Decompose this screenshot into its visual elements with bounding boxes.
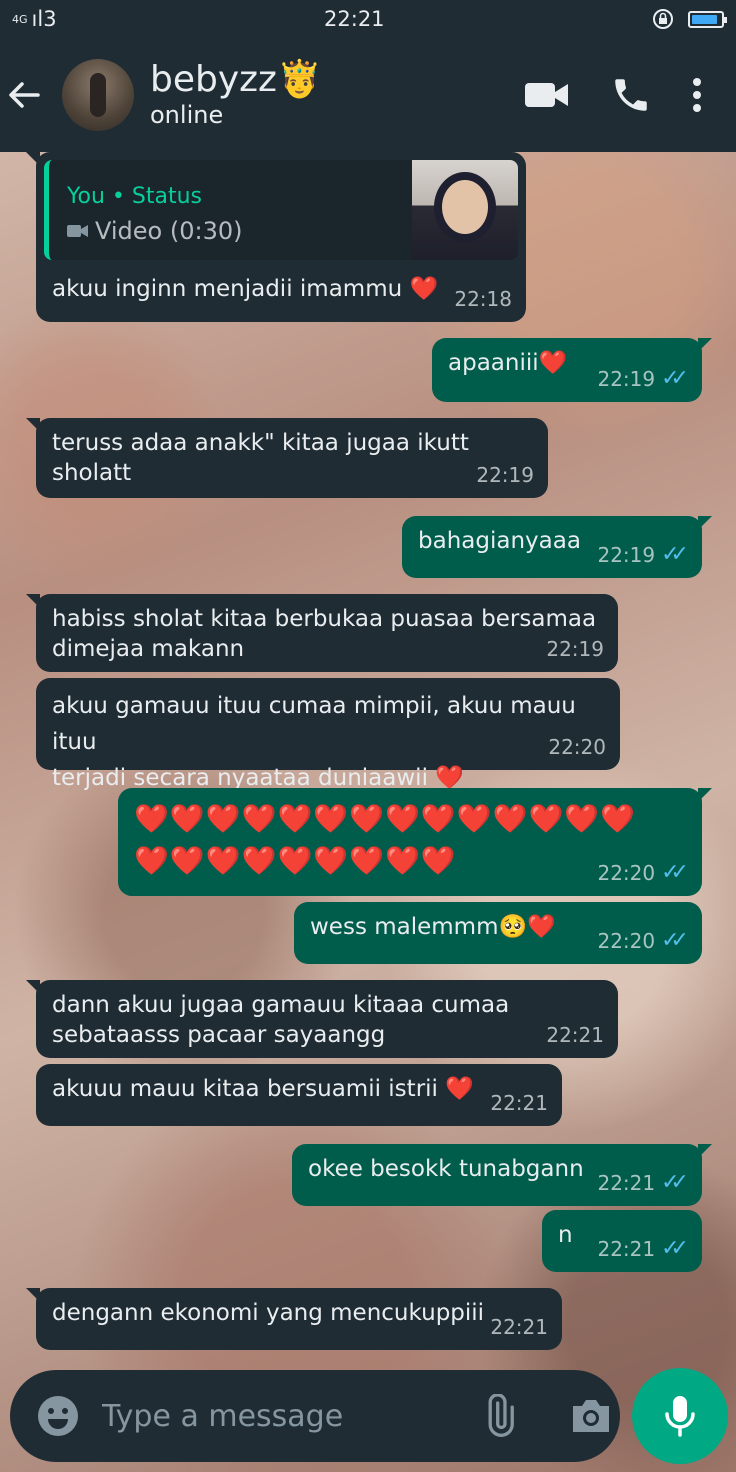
message-bubble-outgoing[interactable]: okee besokk tunabgann 22:21 ✓✓: [292, 1144, 712, 1206]
message-meta: 22:20: [548, 732, 606, 762]
message-text: akuu inginn menjadii imammu ❤️: [52, 276, 439, 302]
message-bubble-incoming[interactable]: akuuu mauu kitaa bersuamii istrii ❤️ 22:…: [36, 1064, 562, 1126]
contact-status: online: [150, 101, 224, 129]
message-bubble-outgoing[interactable]: apaaniii❤️ 22:19 ✓✓: [432, 338, 712, 402]
video-icon: [67, 224, 89, 238]
message-bubble-incoming[interactable]: dann akuu jugaa gamauu kitaaa cumaa seba…: [26, 980, 618, 1058]
message-meta: 22:21 ✓✓: [597, 1234, 688, 1264]
read-receipt-icon: ✓✓: [661, 928, 689, 953]
read-receipt-icon: ✓✓: [661, 1236, 689, 1261]
message-bubble-incoming[interactable]: You • Status Video (0:30) akuu inginn me…: [26, 152, 526, 322]
message-time: 22:19: [476, 463, 534, 487]
video-call-icon[interactable]: [524, 80, 570, 110]
message-text: dengann ekonomi yang mencukuppiii: [52, 1300, 485, 1326]
status-thumbnail: [412, 160, 518, 260]
battery-icon: [688, 10, 727, 28]
message-text: habiss sholat kitaa berbukaa puasaa bers…: [52, 606, 597, 662]
chat-header: bebyzz🤴 online: [0, 38, 736, 152]
read-receipt-icon: ✓✓: [661, 542, 689, 567]
quote-body-text: Video (0:30): [95, 217, 243, 245]
contact-name: bebyzz🤴: [150, 59, 322, 100]
avatar[interactable]: [62, 59, 134, 131]
read-receipt-icon: ✓✓: [661, 366, 689, 391]
message-bubble-incoming[interactable]: dengann ekonomi yang mencukuppiii 22:21: [26, 1288, 562, 1350]
contact-info[interactable]: bebyzz🤴 online: [150, 60, 524, 130]
message-time: 22:18: [454, 287, 512, 311]
signal-indicator: 4G ıl3: [12, 7, 57, 31]
back-arrow-icon[interactable]: [4, 75, 62, 115]
message-time: 22:21: [490, 1315, 548, 1339]
message-meta: 22:19: [476, 460, 534, 490]
message-input[interactable]: [100, 1397, 477, 1435]
message-bubble-outgoing[interactable]: ❤️❤️❤️❤️❤️❤️❤️❤️❤️❤️❤️❤️❤️❤️ ❤️❤️❤️❤️❤️❤…: [118, 788, 712, 896]
lock-rotation-icon: [652, 8, 674, 30]
message-meta: 22:20 ✓✓: [597, 926, 688, 956]
message-time: 22:21: [546, 1023, 604, 1047]
voice-message-button[interactable]: [632, 1368, 728, 1464]
message-meta: 22:21 ✓✓: [597, 1168, 688, 1198]
message-bubble-incoming[interactable]: teruss adaa anakk" kitaa jugaa ikutt sho…: [26, 418, 548, 498]
message-time: 22:21: [597, 1237, 656, 1261]
more-options-icon[interactable]: [692, 77, 702, 113]
message-text: akuuu mauu kitaa bersuamii istrii ❤️: [52, 1076, 474, 1102]
message-meta: 22:20 ✓✓: [597, 858, 688, 888]
message-time: 22:20: [597, 861, 656, 885]
message-bubble-incoming[interactable]: akuu gamauu ituu cumaa mimpii, akuu mauu…: [36, 678, 620, 791]
message-bubble-outgoing[interactable]: wess malemmm🥺❤️ 22:20 ✓✓: [294, 902, 702, 964]
quote-body: Video (0:30): [67, 216, 243, 246]
quote-author: You • Status: [67, 184, 202, 209]
signal-strength: ıl3: [31, 7, 57, 31]
message-time: 22:19: [546, 637, 604, 661]
message-text: akuu gamauu ituu cumaa mimpii, akuu mauu…: [52, 693, 576, 791]
message-bubble-incoming[interactable]: habiss sholat kitaa berbukaa puasaa bers…: [26, 594, 618, 672]
message-time: 22:21: [490, 1091, 548, 1115]
message-list[interactable]: You • Status Video (0:30) akuu inginn me…: [0, 152, 736, 1362]
message-meta: 22:19 ✓✓: [597, 364, 688, 394]
message-bubble-outgoing[interactable]: bahagianyaaa 22:19 ✓✓: [402, 516, 712, 578]
message-meta: 22:21: [546, 1020, 604, 1050]
message-time: 22:19: [597, 367, 656, 391]
message-text: dann akuu jugaa gamauu kitaaa cumaa seba…: [52, 992, 510, 1048]
battery-level: [692, 14, 717, 24]
read-receipt-icon: ✓✓: [661, 860, 689, 885]
message-meta: 22:21: [490, 1088, 548, 1118]
message-meta: 22:18: [454, 284, 512, 314]
message-time: 22:19: [597, 543, 656, 567]
message-meta: 22:19 ✓✓: [597, 540, 688, 570]
message-meta: 22:19: [546, 634, 604, 664]
camera-icon[interactable]: [569, 1396, 613, 1436]
quoted-status[interactable]: You • Status Video (0:30): [44, 160, 518, 260]
header-actions: [524, 74, 702, 116]
message-bubble-outgoing[interactable]: n 22:21 ✓✓: [542, 1210, 702, 1272]
voice-call-icon[interactable]: [610, 74, 652, 116]
status-bar: 4G ıl3 22:21: [0, 0, 736, 38]
microphone-icon: [662, 1394, 698, 1438]
message-meta: 22:21: [490, 1312, 548, 1342]
read-receipt-icon: ✓✓: [661, 1170, 689, 1195]
message-time: 22:20: [597, 929, 656, 953]
message-time: 22:20: [548, 735, 606, 759]
message-composer: [10, 1370, 620, 1462]
clock: 22:21: [324, 7, 385, 31]
emoji-icon[interactable]: [36, 1394, 80, 1438]
attach-icon[interactable]: [477, 1394, 521, 1438]
network-type: 4G: [12, 12, 28, 26]
message-text: teruss adaa anakk" kitaa jugaa ikutt sho…: [52, 430, 477, 486]
status-icons: [652, 8, 727, 30]
message-time: 22:21: [597, 1171, 656, 1195]
